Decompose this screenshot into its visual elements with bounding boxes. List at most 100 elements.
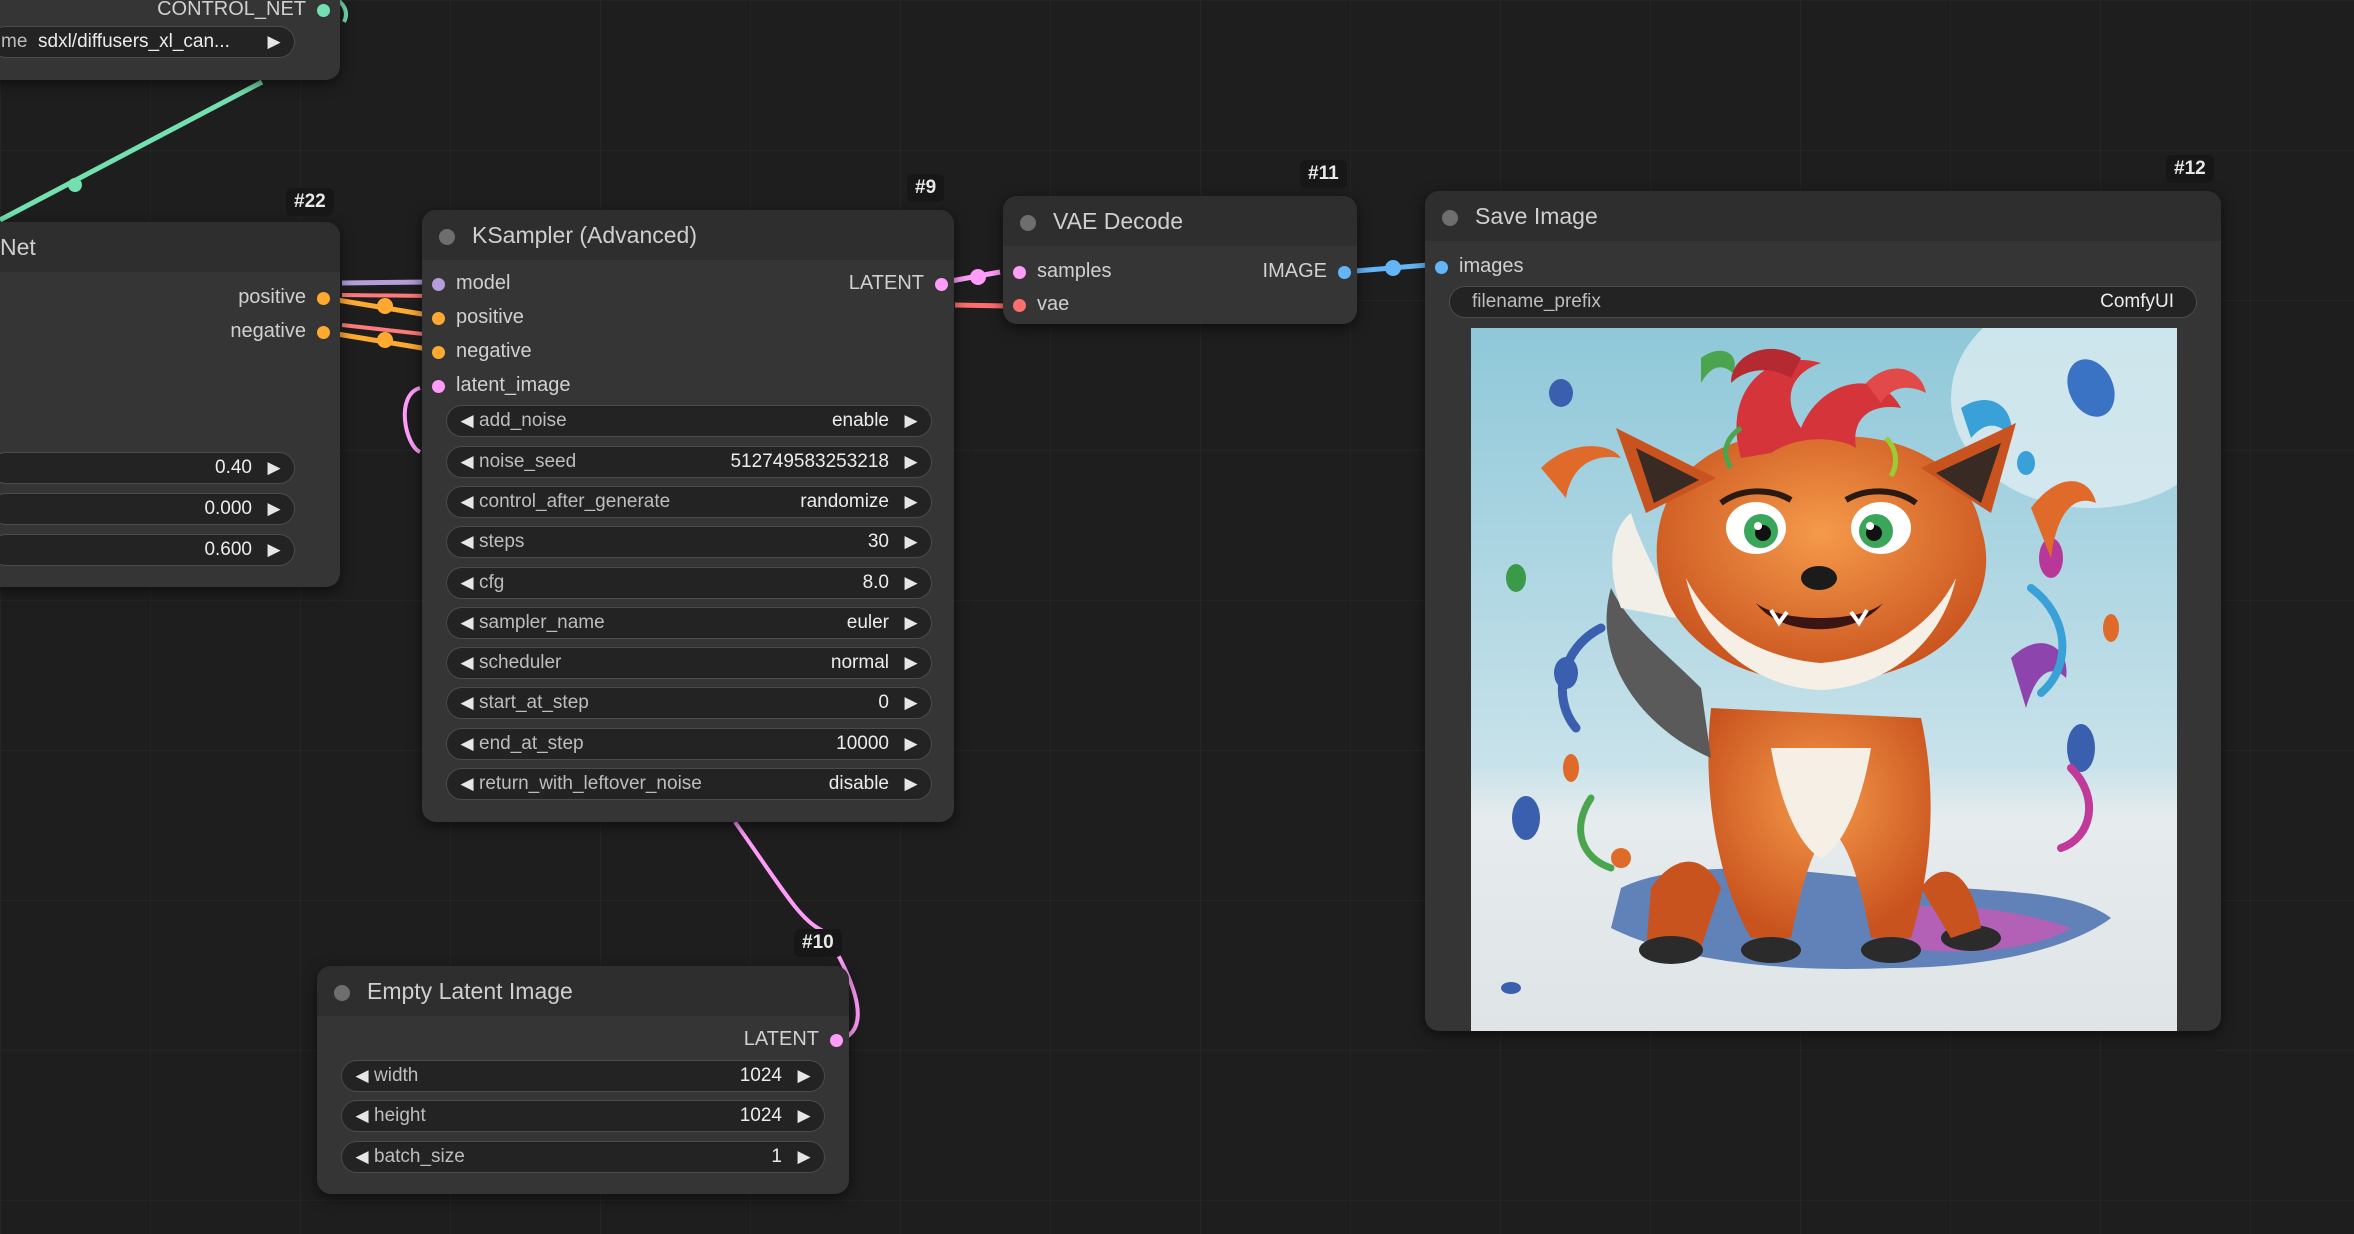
positive-output[interactable]: positive <box>238 286 330 309</box>
decrement-arrow-icon[interactable]: ◀ <box>453 568 481 597</box>
width-widget[interactable]: ◀ width 1024 ▶ <box>341 1060 825 1092</box>
decrement-arrow-icon[interactable]: ◀ <box>453 729 481 758</box>
node-title: Net <box>0 234 36 260</box>
height-widget[interactable]: ◀ height 1024 ▶ <box>341 1100 825 1132</box>
control-net-link <box>0 79 264 223</box>
image-output-label: IMAGE <box>1262 260 1327 282</box>
strength-widget[interactable]: 0.40 ▶ <box>0 452 295 484</box>
generated-image-preview[interactable] <box>1471 328 2177 1031</box>
control-net-link-reroute <box>68 178 82 192</box>
steps-widget[interactable]: ◀ steps 30 ▶ <box>446 526 932 558</box>
vae-input-label: vae <box>1037 293 1070 315</box>
widget-value: 1024 <box>739 1105 782 1126</box>
images-input-label: images <box>1459 255 1524 277</box>
widget-value: 10000 <box>836 733 889 754</box>
decrement-arrow-icon[interactable]: ◀ <box>348 1101 376 1130</box>
latent-image-input[interactable]: latent_image <box>432 374 571 397</box>
collapse-dot-icon[interactable] <box>1442 210 1458 226</box>
vae-input[interactable]: vae <box>1013 293 1069 316</box>
decrement-arrow-icon[interactable]: ◀ <box>453 406 481 435</box>
decrement-arrow-icon[interactable]: ◀ <box>453 487 481 516</box>
latent-output[interactable]: LATENT <box>743 1028 844 1051</box>
decrement-arrow-icon[interactable]: ◀ <box>453 447 481 476</box>
widget-name: width <box>374 1065 419 1086</box>
decrement-arrow-icon[interactable]: ◀ <box>453 648 481 677</box>
batch-size-widget[interactable]: ◀ batch_size 1 ▶ <box>341 1141 825 1173</box>
node-header[interactable] <box>0 222 340 272</box>
filename-prefix-widget[interactable]: filename_prefix ComfyUI <box>1449 286 2197 318</box>
widget-name: sampler_name <box>479 612 605 633</box>
noise-seed-widget[interactable]: ◀ noise_seed 512749583253218 ▶ <box>446 446 932 478</box>
widget-name: control_after_generate <box>479 491 671 512</box>
image-output[interactable]: IMAGE <box>1262 260 1352 283</box>
increment-arrow-icon[interactable]: ▶ <box>897 688 925 717</box>
node-id-badge: #11 <box>1300 160 1347 188</box>
decrement-arrow-icon[interactable]: ◀ <box>453 608 481 637</box>
latent-image-input-label: latent_image <box>456 374 571 396</box>
increment-arrow-icon[interactable]: ▶ <box>897 447 925 476</box>
model-link <box>341 279 431 286</box>
latent-output[interactable]: LATENT <box>849 272 949 295</box>
decrement-arrow-icon[interactable]: ◀ <box>453 769 481 798</box>
widget-name: start_at_step <box>479 692 589 713</box>
increment-arrow-icon[interactable]: ▶ <box>790 1142 818 1171</box>
control-net-output[interactable]: CONTROL_NET <box>157 0 330 21</box>
node-id-badge: #22 <box>286 188 334 216</box>
widget-value: 8.0 <box>862 572 889 593</box>
increment-arrow-icon[interactable]: ▶ <box>260 535 288 564</box>
add-noise-widget[interactable]: ◀ add_noise enable ▶ <box>446 405 932 437</box>
increment-arrow-icon[interactable]: ▶ <box>897 406 925 435</box>
increment-arrow-icon[interactable]: ▶ <box>897 568 925 597</box>
increment-arrow-icon[interactable]: ▶ <box>897 527 925 556</box>
ksampler-advanced-node[interactable]: KSampler (Advanced) model positive negat… <box>422 210 954 822</box>
vae-decode-node[interactable]: VAE Decode samples vae IMAGE <box>1003 196 1357 324</box>
sampler-name-widget[interactable]: ◀ sampler_name euler ▶ <box>446 607 932 639</box>
widget-name: batch_size <box>374 1146 465 1167</box>
control-after-generate-widget[interactable]: ◀ control_after_generate randomize ▶ <box>446 486 932 518</box>
samples-input[interactable]: samples <box>1013 260 1111 283</box>
increment-arrow-icon[interactable]: ▶ <box>897 648 925 677</box>
increment-arrow-icon[interactable]: ▶ <box>260 453 288 482</box>
end-percent-widget[interactable]: 0.600 ▶ <box>0 534 295 566</box>
empty-latent-image-node[interactable]: Empty Latent Image LATENT ◀ width 1024 ▶… <box>317 966 849 1194</box>
collapse-dot-icon[interactable] <box>334 985 350 1001</box>
widget-name: end_at_step <box>479 733 584 754</box>
positive-input[interactable]: positive <box>432 306 524 329</box>
collapse-dot-icon[interactable] <box>1020 215 1036 231</box>
samples-input-label: samples <box>1037 260 1112 282</box>
widget-value: 0.600 <box>204 539 252 560</box>
widget-value: 0 <box>878 692 889 713</box>
decrement-arrow-icon[interactable]: ◀ <box>348 1142 376 1171</box>
scheduler-widget[interactable]: ◀ scheduler normal ▶ <box>446 647 932 679</box>
cfg-widget[interactable]: ◀ cfg 8.0 ▶ <box>446 567 932 599</box>
negative-input[interactable]: negative <box>432 340 532 363</box>
end-at-step-widget[interactable]: ◀ end_at_step 10000 ▶ <box>446 728 932 760</box>
widget-value: disable <box>828 773 889 794</box>
increment-arrow-icon[interactable]: ▶ <box>790 1101 818 1130</box>
model-input[interactable]: model <box>432 272 510 295</box>
control-net-name-widget[interactable]: me sdxl/diffusers_xl_can... ▶ <box>0 26 295 58</box>
increment-arrow-icon[interactable]: ▶ <box>897 608 925 637</box>
increment-arrow-icon[interactable]: ▶ <box>897 487 925 516</box>
increment-arrow-icon[interactable]: ▶ <box>897 769 925 798</box>
decrement-arrow-icon[interactable]: ◀ <box>453 527 481 556</box>
widget-value: euler <box>846 612 889 633</box>
return-with-leftover-noise-widget[interactable]: ◀ return_with_leftover_noise disable ▶ <box>446 768 932 800</box>
controlnet-apply-node[interactable]: Net positive negative 0.40 ▶ 0.000 ▶ 0.6… <box>0 222 340 587</box>
start-at-step-widget[interactable]: ◀ start_at_step 0 ▶ <box>446 687 932 719</box>
collapse-dot-icon[interactable] <box>439 229 455 245</box>
increment-arrow-icon[interactable]: ▶ <box>897 729 925 758</box>
images-input[interactable]: images <box>1435 255 1523 278</box>
increment-arrow-icon[interactable]: ▶ <box>260 494 288 523</box>
save-image-node[interactable]: Save Image images filename_prefix ComfyU… <box>1425 191 2221 1031</box>
decrement-arrow-icon[interactable]: ◀ <box>348 1061 376 1090</box>
negative-output[interactable]: negative <box>230 320 330 343</box>
extra-link-a <box>341 293 433 298</box>
controlnet-loader-node[interactable]: CONTROL_NET me sdxl/diffusers_xl_can... … <box>0 0 340 80</box>
decrement-arrow-icon[interactable]: ◀ <box>453 688 481 717</box>
node-id-badge: #9 <box>907 174 945 202</box>
increment-arrow-icon[interactable]: ▶ <box>260 27 288 56</box>
start-percent-widget[interactable]: 0.000 ▶ <box>0 493 295 525</box>
increment-arrow-icon[interactable]: ▶ <box>790 1061 818 1090</box>
latent-output-label: LATENT <box>743 1028 819 1050</box>
